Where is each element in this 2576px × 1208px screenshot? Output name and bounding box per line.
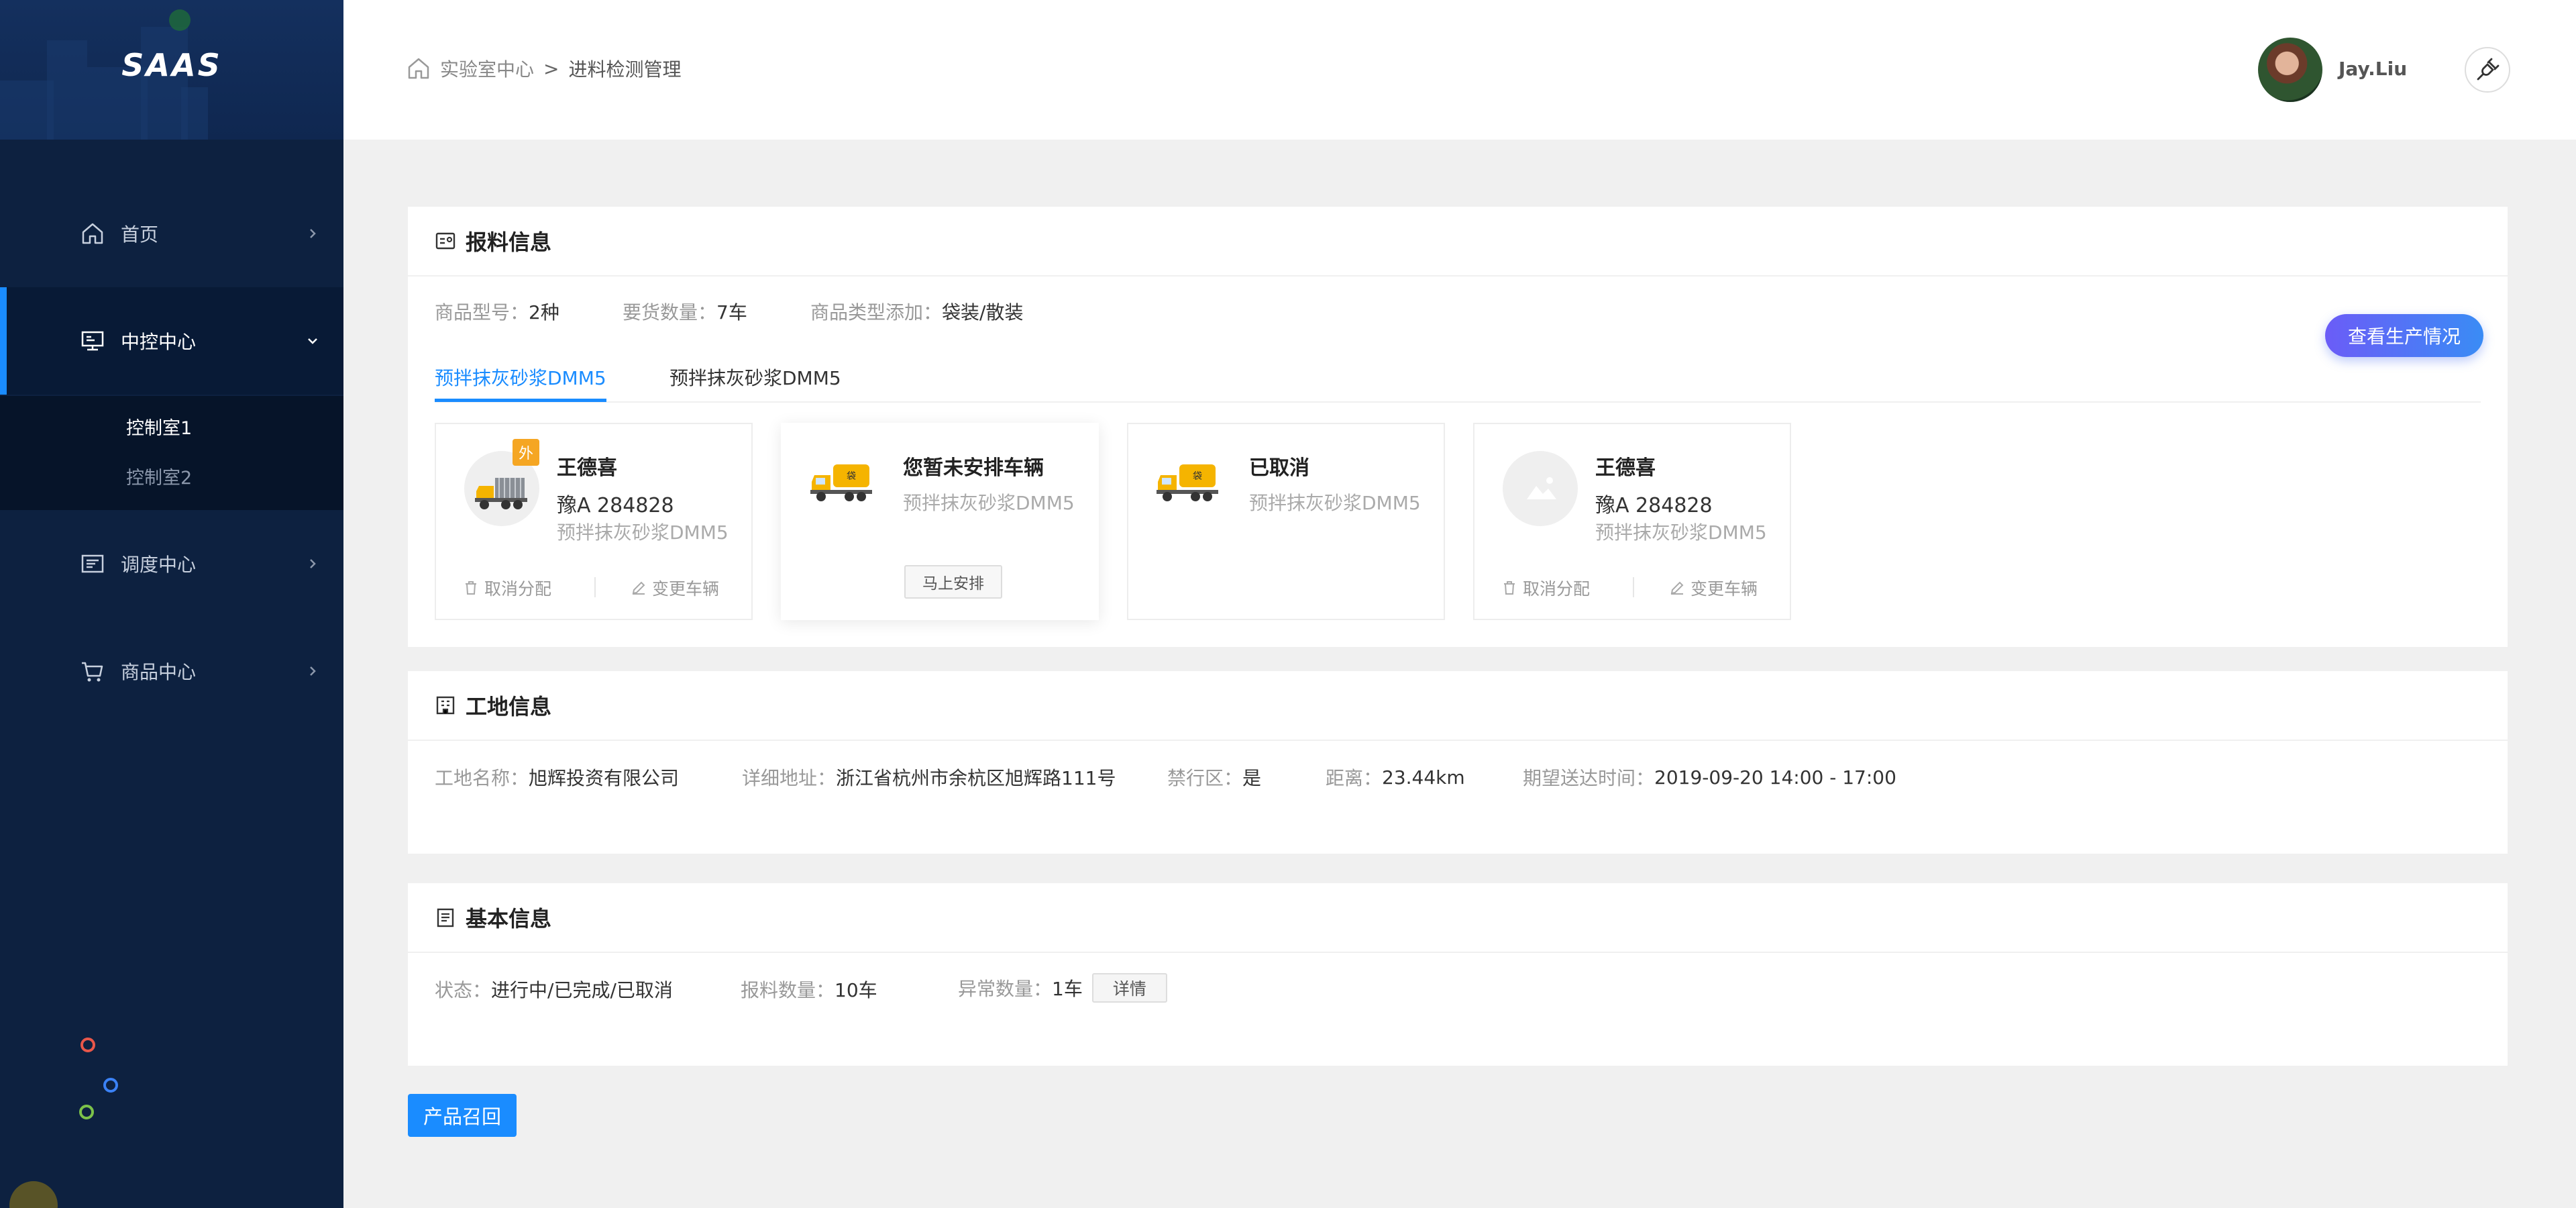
- tab-product-2[interactable]: 预拌抹灰砂浆DMM5: [669, 364, 841, 391]
- app-logo[interactable]: SAAS: [0, 47, 343, 83]
- tab-product-1[interactable]: 预拌抹灰砂浆DMM5: [435, 364, 606, 391]
- field-site-name: 工地名称： 旭辉投资有限公司: [435, 767, 680, 789]
- id-card-icon: [435, 232, 455, 250]
- detail-button[interactable]: 详情: [1091, 973, 1167, 1003]
- vehicle-card[interactable]: 外 王德喜 豫A 284828 预拌抹灰砂浆DMM5 取消分配 变更车辆: [435, 423, 753, 620]
- decor-dot-green: [79, 1105, 94, 1119]
- change-vehicle-button[interactable]: 变更车辆: [1669, 576, 1758, 600]
- svg-text:袋: 袋: [1193, 471, 1202, 482]
- home-icon[interactable]: [405, 55, 432, 82]
- breadcrumb-separator: >: [543, 57, 559, 80]
- control-center-submenu: 控制室1 控制室2: [0, 396, 343, 510]
- logout-button[interactable]: [2465, 47, 2510, 93]
- field-restricted-zone: 禁行区：是: [1167, 767, 1262, 789]
- field-report-quantity: 报料数量： 10车: [741, 979, 877, 1001]
- product-name: 预拌抹灰砂浆DMM5: [557, 521, 729, 544]
- driver-name: 王德喜: [1595, 456, 1656, 480]
- product-name: 预拌抹灰砂浆DMM5: [1595, 521, 1767, 544]
- vehicle-card-cancelled[interactable]: 袋 已取消 预拌抹灰砂浆DMM5: [1127, 423, 1445, 620]
- field-exception-quantity: 异常数量： 1车 详情: [958, 973, 1167, 1003]
- sidebar-item-home[interactable]: 首页: [0, 180, 343, 287]
- arrange-now-button[interactable]: 马上安排: [904, 565, 1002, 599]
- document-icon: [437, 908, 454, 927]
- field-status: 状态： 进行中/已完成/已取消: [435, 979, 673, 1001]
- change-vehicle-button[interactable]: 变更车辆: [631, 576, 719, 600]
- breadcrumb-item-current: 进料检测管理: [568, 58, 682, 81]
- field-distance: 距离： 23.44km: [1326, 766, 1465, 790]
- top-header: 实验室中心 > 进料检测管理 Jay.Liu: [343, 0, 2576, 140]
- card-header: 报料信息: [408, 207, 2508, 276]
- breadcrumb: 实验室中心 > 进料检测管理: [405, 55, 682, 82]
- field-address: 详细地址： 浙江省杭州市余杭区旭辉路111号: [742, 767, 1116, 789]
- chevron-down-icon: [308, 338, 317, 344]
- chevron-right-icon: [310, 559, 316, 568]
- chevron-right-icon: [310, 229, 316, 238]
- truck-icon: 袋: [1157, 458, 1221, 507]
- sidebar-item-dispatch[interactable]: 调度中心: [0, 510, 343, 617]
- tab-active-indicator: [435, 399, 606, 402]
- field-order-quantity: 要货数量： 7车: [623, 301, 747, 323]
- home-icon: [82, 223, 103, 244]
- sidebar-item-label: 商品中心: [121, 661, 197, 683]
- card-title: 工地信息: [466, 694, 552, 719]
- driver-name: 王德喜: [557, 456, 617, 480]
- submenu-item-control-room-1[interactable]: 控制室1: [126, 413, 192, 440]
- vehicle-card[interactable]: 王德喜 豫A 284828 预拌抹灰砂浆DMM5 取消分配 变更车辆: [1473, 423, 1791, 620]
- submenu-item-control-room-2[interactable]: 控制室2: [126, 463, 192, 489]
- field-expected-delivery: 期望送达时间： 2019-09-20 14:00 - 17:00: [1523, 766, 1896, 790]
- action-divider: [1633, 577, 1634, 597]
- decor-dot-red: [80, 1038, 95, 1052]
- monitor-icon: [81, 331, 104, 351]
- vehicle-thumbnail-placeholder: [1503, 451, 1578, 526]
- decor-circle: [9, 1181, 58, 1208]
- edit-icon: [1670, 581, 1684, 595]
- external-badge: 外: [513, 439, 539, 466]
- logo-area: SAAS: [0, 0, 343, 140]
- plate-number: 豫A 284828: [557, 494, 674, 517]
- sidebar-item-label: 首页: [121, 223, 159, 246]
- sidebar-item-control-center[interactable]: 中控中心: [0, 287, 343, 395]
- basic-info-card: 基本信息 状态： 进行中/已完成/已取消 报料数量： 10车 异常数量： 1车 详情: [408, 883, 2508, 1066]
- card-title: 报料信息: [466, 230, 552, 255]
- sidebar-item-label: 中控中心: [121, 331, 197, 353]
- product-tabs: 预拌抹灰砂浆DMM5 预拌抹灰砂浆DMM5: [435, 349, 2481, 403]
- sidebar: SAAS 首页 中控中心 控制室1 控制室2 调度中心 商品中心: [0, 0, 343, 1208]
- sidebar-item-goods[interactable]: 商品中心: [0, 617, 343, 725]
- card-header: 工地信息: [408, 671, 2508, 741]
- card-header: 基本信息: [408, 883, 2508, 953]
- edit-icon: [632, 581, 645, 595]
- cart-icon: [82, 662, 103, 682]
- breadcrumb-item-lab-center[interactable]: 实验室中心: [440, 55, 534, 82]
- user-name[interactable]: Jay.Liu: [2339, 58, 2407, 80]
- avatar[interactable]: [2258, 38, 2322, 102]
- trash-icon: [466, 581, 476, 595]
- chevron-right-icon: [310, 666, 316, 676]
- plug-icon: [2477, 58, 2500, 81]
- decor-dot-blue: [103, 1078, 118, 1093]
- site-info-card: 工地信息 工地名称： 旭辉投资有限公司 详细地址： 浙江省杭州市余杭区旭辉路111号…: [408, 671, 2508, 854]
- product-name: 预拌抹灰砂浆DMM5: [903, 492, 1075, 514]
- svg-text:袋: 袋: [847, 471, 856, 482]
- card-title: 基本信息: [466, 906, 552, 932]
- product-name: 预拌抹灰砂浆DMM5: [1249, 492, 1421, 514]
- product-recall-button[interactable]: 产品召回: [408, 1094, 517, 1137]
- cancel-assignment-button[interactable]: 取消分配: [1501, 576, 1590, 600]
- field-product-model: 商品型号： 2种: [435, 301, 559, 323]
- vehicle-card-unassigned[interactable]: 袋 您暂未安排车辆 预拌抹灰砂浆DMM5 马上安排: [781, 423, 1099, 620]
- cancel-assignment-button[interactable]: 取消分配: [463, 576, 551, 600]
- image-placeholder-icon: [1527, 477, 1556, 499]
- field-product-type: 商品类型添加： 袋装/散装: [810, 301, 1024, 323]
- trash-icon: [1504, 581, 1515, 595]
- building-icon: [436, 696, 455, 715]
- schedule-icon: [81, 554, 104, 573]
- vehicle-status-title: 已取消: [1249, 456, 1309, 480]
- plate-number: 豫A 284828: [1595, 494, 1713, 517]
- truck-icon: 袋: [810, 458, 875, 507]
- vehicle-status-title: 您暂未安排车辆: [903, 456, 1044, 480]
- sidebar-item-label: 调度中心: [121, 554, 197, 576]
- action-divider: [594, 577, 596, 597]
- report-info-card: 报料信息 商品型号： 2种 要货数量： 7车 商品类型添加： 袋装/散装 查看生产情况…: [408, 207, 2508, 647]
